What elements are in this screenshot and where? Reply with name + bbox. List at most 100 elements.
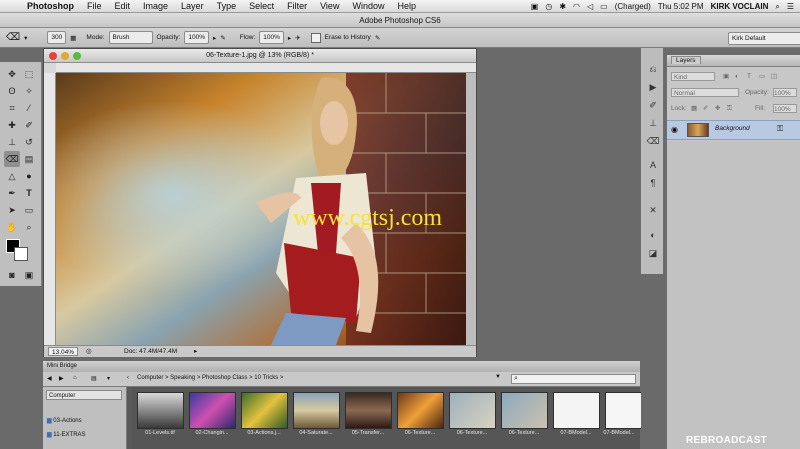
location-dropdown[interactable]: Computer	[46, 390, 122, 400]
shape-tool-icon[interactable]: ▭	[21, 202, 37, 218]
layer-opacity-field[interactable]: 100%	[773, 88, 797, 97]
healing-brush-tool-icon[interactable]: ✚	[4, 117, 20, 133]
document-title-bar[interactable]: 06-Texture-1.jpg @ 13% (RGB/8) *	[44, 49, 476, 63]
menu-view[interactable]: View	[320, 1, 339, 11]
layer-fill-field[interactable]: 100%	[773, 104, 797, 113]
thumbnail-image[interactable]	[605, 392, 641, 429]
lock-transparency-icon[interactable]: ▦	[691, 102, 697, 115]
bridge-breadcrumb[interactable]: Computer > Speaking > Photoshop Class > …	[137, 375, 283, 381]
forward-arrow-icon[interactable]: ▶	[59, 375, 64, 382]
workspace-switcher[interactable]: Kirk Default	[728, 32, 800, 45]
tool-presets-icon[interactable]: ⌫	[646, 134, 660, 148]
clone-source-icon[interactable]: ⊥	[646, 116, 660, 130]
pressure-opacity-icon[interactable]: ✎	[220, 34, 225, 42]
menu-image[interactable]: Image	[143, 1, 168, 11]
brush-tool-icon[interactable]: ✐	[21, 117, 37, 133]
erase-history-checkbox[interactable]	[310, 32, 321, 43]
eraser-tool-icon-active[interactable]: ⌫	[4, 151, 20, 167]
menu-window[interactable]: Window	[352, 1, 384, 11]
paragraph-panel-icon[interactable]: ¶	[646, 176, 660, 190]
lock-position-icon[interactable]: ✥	[715, 102, 720, 115]
layers-panel-tab[interactable]: Layers	[667, 55, 800, 67]
filter-type-icon[interactable]: T	[747, 70, 751, 83]
clock-text[interactable]: Thu 5:02 PM	[658, 2, 704, 11]
brush-size-picker[interactable]: 300	[47, 31, 67, 44]
actions-panel-icon[interactable]: ▶	[646, 80, 660, 94]
vertical-ruler[interactable]	[44, 73, 56, 345]
user-name[interactable]: KIRK VOCLAIN	[711, 2, 769, 11]
path-expander-icon[interactable]: ‹	[127, 375, 129, 381]
close-window-button[interactable]	[49, 52, 57, 60]
thumbnail-image[interactable]	[293, 392, 340, 429]
tools-dropdown-icon[interactable]: ▾	[107, 375, 110, 382]
battery-status[interactable]: (Charged)	[615, 2, 651, 11]
zoom-window-button[interactable]	[73, 52, 81, 60]
menu-layer[interactable]: Layer	[181, 1, 204, 11]
bridge-search-input[interactable]: ⌕	[511, 374, 636, 384]
crop-tool-icon[interactable]: ⌗	[4, 100, 20, 116]
history-brush-tool-icon[interactable]: ↺	[21, 134, 37, 150]
quick-select-tool-icon[interactable]: ✧	[21, 83, 37, 99]
mini-bridge-tab[interactable]: Mini Bridge	[43, 361, 640, 372]
path-select-tool-icon[interactable]: ➤	[4, 202, 20, 218]
hand-tool-icon[interactable]: ✋	[4, 219, 20, 235]
airbrush-icon[interactable]: ✈	[295, 34, 300, 42]
opacity-arrow-icon[interactable]: ▸	[213, 34, 216, 42]
flow-arrow-icon[interactable]: ▸	[288, 34, 291, 42]
ruler-origin[interactable]	[44, 63, 56, 73]
menu-app-name[interactable]: Photoshop	[27, 1, 74, 11]
spotlight-icon[interactable]: ⌕	[775, 2, 779, 12]
type-tool-icon[interactable]: T	[21, 185, 37, 201]
bluetooth-icon[interactable]: ✱	[559, 2, 566, 11]
pen-tool-icon[interactable]: ✒	[4, 185, 20, 201]
character-panel-icon[interactable]: A	[646, 158, 660, 172]
tools-cross-icon[interactable]: ✕	[646, 203, 660, 217]
menu-file[interactable]: File	[87, 1, 102, 11]
layer-name[interactable]: Background	[715, 125, 750, 132]
mini-bridge-tab-label[interactable]: Mini Bridge	[47, 363, 77, 369]
thumbnail-image[interactable]	[189, 392, 236, 429]
menu-type[interactable]: Type	[217, 1, 237, 11]
document-size-info[interactable]: Doc: 47.4M/47.4M	[124, 348, 177, 355]
visibility-eye-icon[interactable]: ◉	[671, 125, 678, 134]
battery-icon[interactable]: ▭	[600, 2, 608, 11]
quick-mask-icon[interactable]: ◙	[4, 267, 20, 283]
blend-mode-dropdown[interactable]: Normal	[671, 88, 739, 97]
volume-icon[interactable]: ◁	[587, 2, 593, 11]
thumbnail-image[interactable]	[345, 392, 392, 429]
gradient-tool-icon[interactable]: ▤	[21, 151, 37, 167]
brush-presets-icon[interactable]: ✐	[646, 98, 660, 112]
filter-shape-icon[interactable]: ▭	[759, 70, 765, 83]
lock-pixels-icon[interactable]: ✐	[703, 102, 708, 115]
zoom-level-field[interactable]: 13.04%	[48, 347, 79, 356]
filter-smart-icon[interactable]: ◫	[771, 70, 777, 83]
thumbnail-image[interactable]	[241, 392, 288, 429]
notification-icon[interactable]: ☰	[787, 2, 794, 11]
eyedropper-tool-icon[interactable]: ⁄	[21, 100, 37, 116]
minimize-window-button[interactable]	[61, 52, 69, 60]
tool-preset-arrow-icon[interactable]: ▾	[24, 34, 27, 42]
opacity-field[interactable]: 100%	[184, 31, 209, 44]
flow-field[interactable]: 100%	[259, 31, 284, 44]
thumbnail-image[interactable]	[553, 392, 600, 429]
history-panel-icon[interactable]: ⎌	[646, 62, 660, 76]
styles-panel-icon[interactable]: ◪	[646, 246, 660, 260]
menu-edit[interactable]: Edit	[115, 1, 131, 11]
folder-item-extras[interactable]: ▆ 11-EXTRAS	[47, 431, 86, 438]
horizontal-ruler[interactable]	[56, 63, 476, 73]
folder-item-actions[interactable]: ▆ 03-Actions	[47, 417, 82, 424]
marquee-tool-icon[interactable]: ⬚	[21, 66, 37, 82]
background-color-swatch[interactable]	[14, 247, 28, 261]
layer-lock-icon[interactable]: ⚿	[777, 124, 783, 134]
mode-dropdown[interactable]: Brush	[108, 31, 153, 44]
status-arrow-icon[interactable]: ▸	[194, 347, 197, 355]
dropbox-icon[interactable]: ▣	[531, 2, 539, 11]
menu-help[interactable]: Help	[397, 1, 416, 11]
zoom-tool-icon[interactable]: ⌕	[21, 219, 37, 235]
thumbnail-image[interactable]	[137, 392, 184, 429]
filter-icon[interactable]: ▼	[495, 374, 501, 380]
layers-tab-label[interactable]: Layers	[671, 56, 701, 64]
screen-mode-icon[interactable]: ▣	[21, 267, 37, 283]
panel-view-icon[interactable]: ▤	[91, 375, 97, 382]
clock-icon[interactable]: ◷	[545, 2, 552, 11]
